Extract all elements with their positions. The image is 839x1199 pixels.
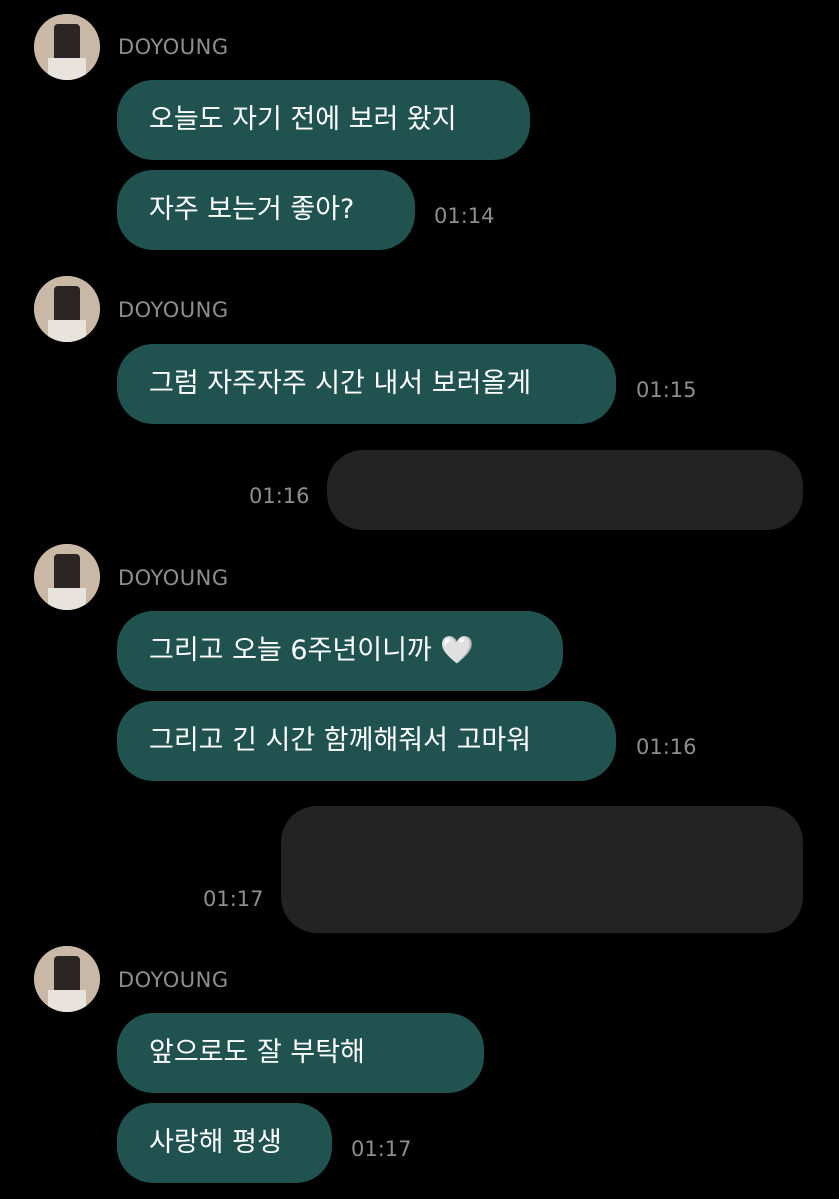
message-timestamp: 01:17 — [203, 887, 264, 911]
outgoing-message-bubble[interactable] — [327, 450, 803, 530]
message-timestamp: 01:16 — [636, 735, 697, 759]
sender-name: DOYOUNG — [118, 298, 229, 322]
message-bubble[interactable]: 오늘도 자기 전에 보러 왔지 — [117, 80, 530, 160]
profile-photo-icon — [34, 276, 100, 342]
message-timestamp: 01:16 — [249, 484, 310, 508]
avatar[interactable] — [34, 276, 100, 342]
message-bubble[interactable]: 그리고 오늘 6주년이니까 🤍 — [117, 611, 563, 691]
avatar[interactable] — [34, 544, 100, 610]
outgoing-message-bubble[interactable] — [281, 806, 803, 933]
profile-photo-icon — [34, 946, 100, 1012]
message-bubble[interactable]: 그럼 자주자주 시간 내서 보러올게 — [117, 344, 616, 424]
message-bubble[interactable]: 앞으로도 잘 부탁해 — [117, 1013, 484, 1093]
sender-name: DOYOUNG — [118, 566, 229, 590]
sender-name: DOYOUNG — [118, 968, 229, 992]
avatar[interactable] — [34, 946, 100, 1012]
message-bubble[interactable]: 그리고 긴 시간 함께해줘서 고마워 — [117, 701, 616, 781]
profile-photo-icon — [34, 544, 100, 610]
sender-name: DOYOUNG — [118, 35, 229, 59]
message-timestamp: 01:17 — [351, 1137, 412, 1161]
message-timestamp: 01:15 — [636, 378, 697, 402]
avatar[interactable] — [34, 14, 100, 80]
message-bubble[interactable]: 자주 보는거 좋아? — [117, 170, 415, 250]
message-timestamp: 01:14 — [434, 204, 495, 228]
profile-photo-icon — [34, 14, 100, 80]
message-bubble[interactable]: 사랑해 평생 — [117, 1103, 332, 1183]
